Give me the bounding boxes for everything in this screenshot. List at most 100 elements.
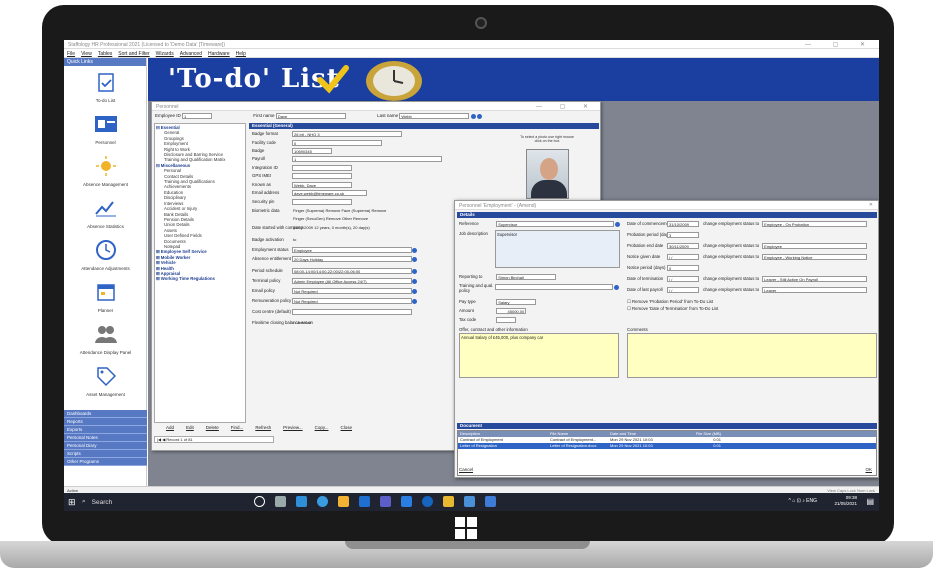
training-select[interactable]	[495, 284, 613, 290]
nav-section[interactable]: Exports	[64, 426, 147, 434]
edge-icon[interactable]	[296, 496, 307, 507]
lookup-icon[interactable]	[412, 298, 417, 304]
window-controls[interactable]: — ▢ ✕	[805, 41, 875, 48]
cancel-button[interactable]: Cancel	[459, 467, 473, 472]
record-navigator[interactable]: |◀ ◀ Record 1 of 81	[154, 436, 274, 443]
menu-item[interactable]: Help	[236, 51, 246, 57]
last-name-field[interactable]: Webb	[399, 113, 470, 119]
field-value[interactable]	[292, 165, 352, 171]
field-value[interactable]: Finger (SecuGen) Remove Other Remove	[292, 216, 442, 222]
ok-button[interactable]: OK	[865, 467, 872, 472]
chrome-icon[interactable]	[317, 496, 328, 507]
lookup-icon[interactable]	[412, 256, 417, 262]
reference-field[interactable]: Supervisor	[496, 221, 615, 227]
menu-item[interactable]: File	[67, 51, 75, 57]
menu-item[interactable]: Tables	[98, 51, 112, 57]
field-value[interactable]: Admin Employee (All Office Access 24/7)	[292, 278, 412, 284]
field-value[interactable]: 0	[292, 140, 382, 146]
quick-link-to-do-list[interactable]: To-do List	[64, 70, 147, 103]
employee-photo[interactable]	[526, 149, 569, 199]
date-field[interactable]: / /	[667, 276, 699, 282]
taskbar-search[interactable]: ⌕ Search	[82, 496, 227, 508]
quick-link-asset-management[interactable]: Asset Management	[64, 364, 147, 397]
nav-section[interactable]: Scripts	[64, 450, 147, 458]
quick-link-absence-management[interactable]: Absence Management	[64, 154, 147, 187]
status-select[interactable]: Leaver - Still Active On Payroll	[762, 276, 868, 282]
reporting-to-field[interactable]: Simon Birchall	[496, 274, 557, 280]
first-name-field[interactable]: Dave	[275, 113, 346, 119]
tax-code-field[interactable]	[496, 317, 517, 323]
lookup-icon[interactable]	[412, 278, 417, 284]
store-icon[interactable]	[485, 496, 496, 507]
lookup-icon[interactable]	[412, 288, 417, 294]
quick-link-attendance-adjustments[interactable]: Attendance Adjustments	[64, 238, 147, 271]
cortana-icon[interactable]	[254, 496, 265, 507]
task-view-icon[interactable]	[275, 496, 286, 507]
field-value[interactable]: Employee	[292, 247, 412, 253]
taskbar-clock[interactable]: 09:38 21/05/2021	[834, 495, 857, 507]
close-button[interactable]: Close	[341, 425, 353, 430]
job-description-field[interactable]: Supervisor	[495, 230, 620, 268]
windows-start-icon[interactable]: ⊞	[68, 497, 76, 508]
teams-icon[interactable]	[380, 496, 391, 507]
field-value[interactable]: 08:00-14:00/14:00-22:00/22:00-06:00	[292, 268, 412, 274]
system-tray[interactable]: ^ ⌂ ⊡ ♪ ENG	[789, 498, 817, 504]
date-field[interactable]: / /	[667, 287, 699, 293]
offer-field[interactable]: Annual Salary of £45,000, plus company c…	[459, 333, 619, 378]
menu-item[interactable]: Sort and Filter	[118, 51, 149, 57]
field-value[interactable]: 26 bit - NHO 3	[292, 131, 402, 137]
edit-button[interactable]: Edit	[186, 425, 194, 430]
pay-type-select[interactable]: Salary	[496, 299, 537, 305]
field-value[interactable]: 1	[292, 156, 442, 162]
search-icon[interactable]	[470, 113, 476, 119]
remove-probation-checkbox[interactable]: ☐ Remove 'Probation Period' from To-Do L…	[627, 299, 713, 305]
date-field[interactable]: 31/10/2009	[667, 221, 699, 227]
lookup-icon[interactable]	[614, 284, 620, 290]
field-value[interactable]: Not Required	[292, 288, 412, 294]
field-value[interactable]: 20 Days Holiday	[292, 256, 412, 262]
explorer-icon[interactable]	[338, 496, 349, 507]
field-value[interactable]: Webb, Dave	[292, 182, 352, 188]
add-button[interactable]: Add	[166, 425, 174, 430]
mail-icon[interactable]	[401, 496, 412, 507]
quick-link-attendance-display-panel[interactable]: Attendance Display Panel	[64, 322, 147, 355]
date-field[interactable]: / /	[667, 254, 699, 260]
nav-section[interactable]: Other Programs	[64, 458, 147, 466]
field-value[interactable]: Not Required	[292, 298, 412, 304]
remove-termination-checkbox[interactable]: ☐ Remove 'Date of Termination' from To-D…	[627, 306, 718, 312]
field-value[interactable]: Finger (Suprema) Remove Face (Suprema) R…	[292, 208, 442, 214]
lookup-icon[interactable]	[615, 221, 621, 227]
copy-button[interactable]: Copy...	[315, 425, 329, 430]
outlook-icon[interactable]	[359, 496, 370, 507]
lookup-icon[interactable]	[412, 247, 417, 253]
status-select[interactable]: Employee	[762, 243, 868, 249]
date-field[interactable]: 0	[667, 265, 699, 271]
menu-item[interactable]: Wizards	[156, 51, 174, 57]
field-value[interactable]: 10690345	[292, 148, 332, 154]
menu-item[interactable]: Advanced	[180, 51, 202, 57]
nav-section[interactable]: Dashboards	[64, 410, 147, 418]
field-value[interactable]: to	[292, 237, 352, 243]
info-icon[interactable]	[476, 113, 482, 119]
field-value[interactable]: / / Amount	[292, 320, 372, 326]
close-icon[interactable]: ✕	[869, 202, 873, 208]
nav-section[interactable]: Personal Diary	[64, 442, 147, 450]
comments-field[interactable]	[627, 333, 877, 378]
field-value[interactable]: dave.webb@timeware.co.uk	[292, 190, 367, 196]
delete-button[interactable]: Delete	[206, 425, 219, 430]
employee-id-field[interactable]: 1	[182, 113, 213, 119]
tree-group[interactable]: ⊞ Working Time Regulations	[156, 276, 244, 281]
field-value[interactable]: 31/10/2009 12 years, 0 month(s), 20 day(…	[292, 225, 432, 231]
status-select[interactable]: Employee - On Probation	[762, 221, 868, 227]
notification-icon[interactable]: ▤	[866, 497, 874, 506]
browser-icon[interactable]	[422, 496, 433, 507]
menu-item[interactable]: Hardware	[208, 51, 230, 57]
field-value[interactable]	[292, 173, 352, 179]
lookup-icon[interactable]	[412, 268, 417, 274]
date-field[interactable]: 3	[667, 232, 699, 238]
date-field[interactable]: 30/11/2009	[667, 243, 699, 249]
table-row[interactable]: Letter of Resignation Letter of Resignati…	[458, 443, 876, 449]
paint-icon[interactable]	[443, 496, 454, 507]
search-app-icon[interactable]	[464, 496, 475, 507]
field-value[interactable]	[292, 309, 412, 315]
